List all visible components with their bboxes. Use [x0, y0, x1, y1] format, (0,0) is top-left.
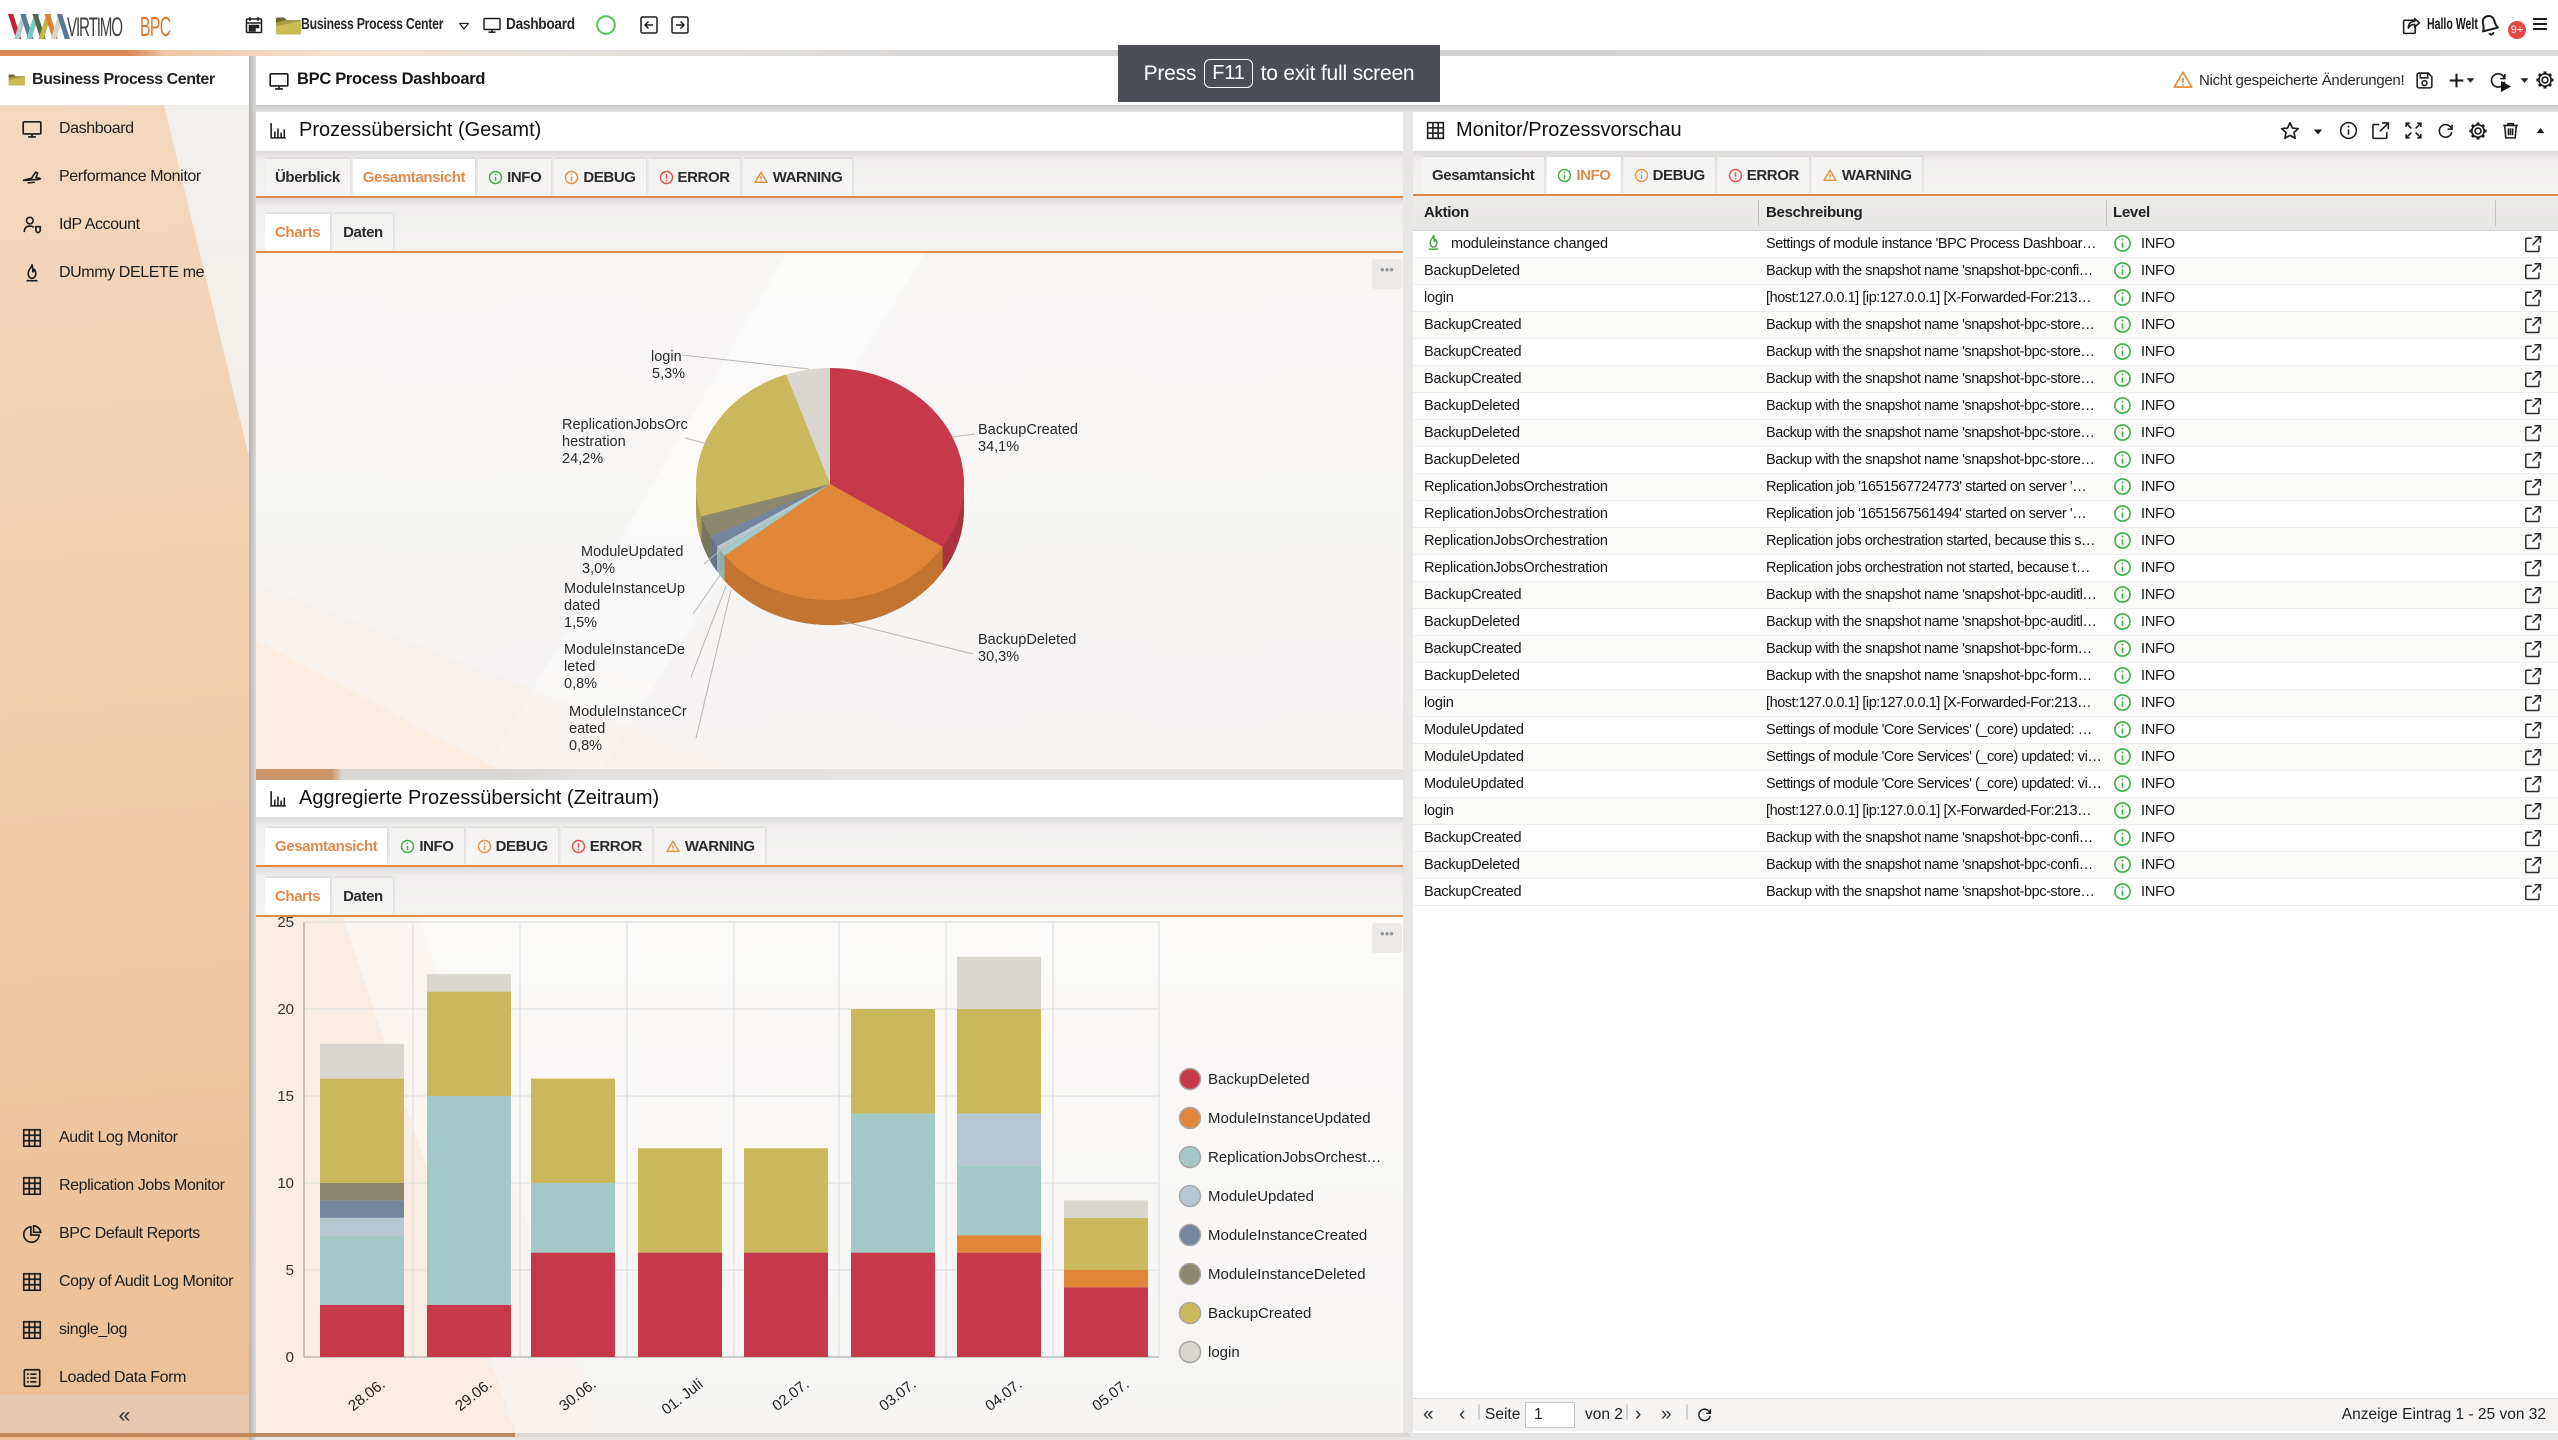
svg-text:20: 20 — [277, 1001, 294, 1018]
svg-text:3,0%: 3,0% — [582, 561, 615, 577]
svg-text:5,3%: 5,3% — [652, 366, 685, 382]
svg-text:02.07.: 02.07. — [769, 1376, 812, 1415]
svg-text:24,2%: 24,2% — [562, 451, 603, 467]
svg-text:15: 15 — [277, 1088, 294, 1105]
svg-text:hestration: hestration — [562, 434, 626, 450]
svg-text:5: 5 — [286, 1262, 294, 1279]
svg-text:ModuleUpdated: ModuleUpdated — [581, 544, 683, 560]
svg-text:BackupCreated: BackupCreated — [1208, 1305, 1311, 1322]
svg-text:ModuleInstanceCr: ModuleInstanceCr — [569, 704, 687, 720]
svg-text:03.07.: 03.07. — [876, 1376, 919, 1415]
svg-text:01. Juli: 01. Juli — [659, 1376, 707, 1419]
svg-text:10: 10 — [277, 1175, 294, 1192]
svg-text:ModuleInstanceUp: ModuleInstanceUp — [564, 581, 685, 597]
svg-text:34,1%: 34,1% — [978, 439, 1019, 455]
svg-text:30,3%: 30,3% — [978, 649, 1019, 665]
svg-text:ModuleInstanceDeleted: ModuleInstanceDeleted — [1208, 1266, 1366, 1283]
svg-text:25: 25 — [277, 917, 294, 931]
svg-text:login: login — [1208, 1344, 1240, 1361]
svg-text:dated: dated — [564, 598, 600, 614]
svg-text:ModuleUpdated: ModuleUpdated — [1208, 1188, 1314, 1205]
svg-text:ModuleInstanceCreated: ModuleInstanceCreated — [1208, 1227, 1367, 1244]
svg-text:BackupDeleted: BackupDeleted — [978, 632, 1076, 648]
svg-text:0: 0 — [286, 1349, 294, 1366]
svg-text:BackupCreated: BackupCreated — [978, 422, 1078, 438]
svg-text:ReplicationJobsOrchest…: ReplicationJobsOrchest… — [1208, 1149, 1381, 1166]
svg-text:ModuleInstanceUpdated: ModuleInstanceUpdated — [1208, 1110, 1371, 1127]
svg-text:eated: eated — [569, 721, 605, 737]
svg-text:29.06.: 29.06. — [452, 1376, 495, 1415]
svg-text:30.06.: 30.06. — [556, 1376, 599, 1415]
svg-text:28.06.: 28.06. — [345, 1376, 388, 1415]
svg-text:1,5%: 1,5% — [564, 615, 597, 631]
svg-text:ReplicationJobsOrc: ReplicationJobsOrc — [562, 417, 688, 433]
svg-text:05.07.: 05.07. — [1089, 1376, 1132, 1415]
svg-text:BackupDeleted: BackupDeleted — [1208, 1071, 1310, 1088]
svg-text:ModuleInstanceDe: ModuleInstanceDe — [564, 642, 685, 658]
svg-text:0,8%: 0,8% — [569, 738, 602, 754]
svg-text:0,8%: 0,8% — [564, 676, 597, 692]
svg-text:leted: leted — [564, 659, 595, 675]
svg-text:04.07.: 04.07. — [982, 1376, 1025, 1415]
svg-text:login: login — [651, 349, 682, 365]
